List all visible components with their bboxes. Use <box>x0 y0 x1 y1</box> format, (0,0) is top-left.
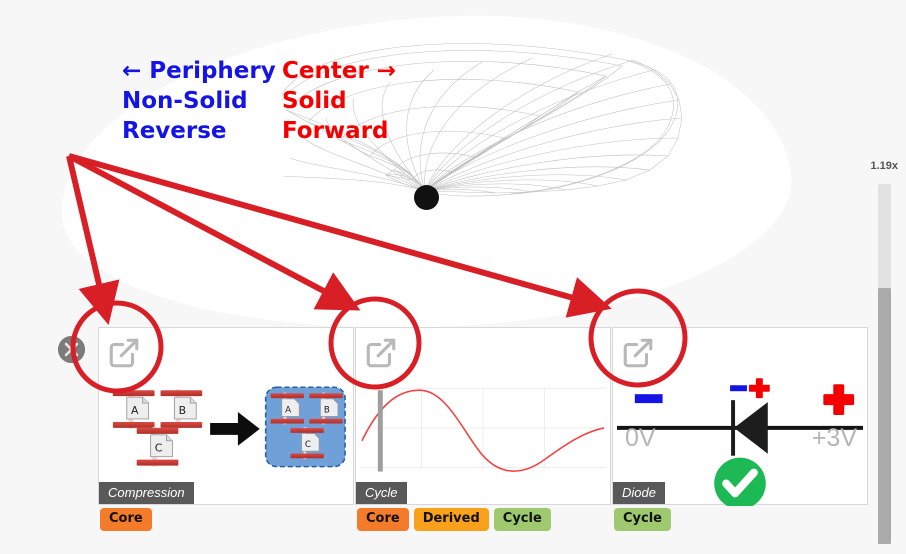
tag-row-diode: Cycle <box>614 508 671 531</box>
background-blob <box>50 0 800 354</box>
annotation-line: Non-Solid <box>122 88 248 114</box>
tag-row-compression: Core <box>100 508 152 531</box>
diode-circuit <box>616 378 864 506</box>
check-circle-icon <box>714 457 766 506</box>
diode-symbol <box>731 400 768 456</box>
card-compression[interactable]: A B C A B C Compression <box>98 327 354 505</box>
svg-text:A: A <box>285 405 291 415</box>
svg-text:A: A <box>131 404 139 417</box>
tag-derived[interactable]: Derived <box>413 508 489 531</box>
plus-sign-mid <box>748 378 770 399</box>
app-root: ← Periphery Non-Solid Reverse Center → S… <box>0 0 906 554</box>
annotation-line: Forward <box>282 118 389 144</box>
tag-cycle[interactable]: Cycle <box>493 508 551 531</box>
svg-text:C: C <box>155 442 163 455</box>
minus-sign-left <box>634 394 663 404</box>
annotation-periphery: ← Periphery Non-Solid Reverse <box>122 56 276 146</box>
card-cycle[interactable]: Cycle <box>355 327 611 505</box>
origin-dot <box>414 185 439 210</box>
annotation-line: Solid <box>282 88 347 114</box>
tag-core[interactable]: Core <box>357 508 409 531</box>
annotation-line: Center → <box>282 58 397 84</box>
tag-core[interactable]: Core <box>100 508 152 531</box>
playhead-cursor <box>377 390 383 472</box>
minus-sign-mid <box>730 385 747 392</box>
svg-text:B: B <box>324 405 330 415</box>
card-diode[interactable]: 0V +3V Diode <box>612 327 868 506</box>
card-caption: Cycle <box>356 482 407 504</box>
voltage-label-left: 0V <box>625 424 656 452</box>
zoom-slider-thumb[interactable] <box>878 288 891 544</box>
svg-text:B: B <box>179 404 186 417</box>
voltage-label-right: +3V <box>811 424 857 452</box>
compressed-group: A B C <box>264 386 346 468</box>
close-circle-icon[interactable] <box>58 336 85 363</box>
card-strip: A B C A B C Compression Core Cycle Core … <box>0 327 906 554</box>
zoom-level-label: 1.19x <box>870 160 898 172</box>
compression-diagram: A B C A B C <box>112 386 346 468</box>
card-caption: Compression <box>99 482 194 504</box>
plus-sign-right <box>823 384 855 416</box>
tag-row-cycle: Core Derived Cycle <box>357 508 551 531</box>
tag-cycle[interactable]: Cycle <box>614 508 671 531</box>
right-arrow <box>210 412 260 446</box>
card-caption: Diode <box>613 482 665 504</box>
annotation-line: Reverse <box>122 118 227 144</box>
annotation-center: Center → Solid Forward <box>282 56 396 146</box>
annotation-line: ← Periphery <box>122 58 276 84</box>
svg-text:C: C <box>305 440 311 450</box>
sine-wave-plot <box>359 387 607 472</box>
